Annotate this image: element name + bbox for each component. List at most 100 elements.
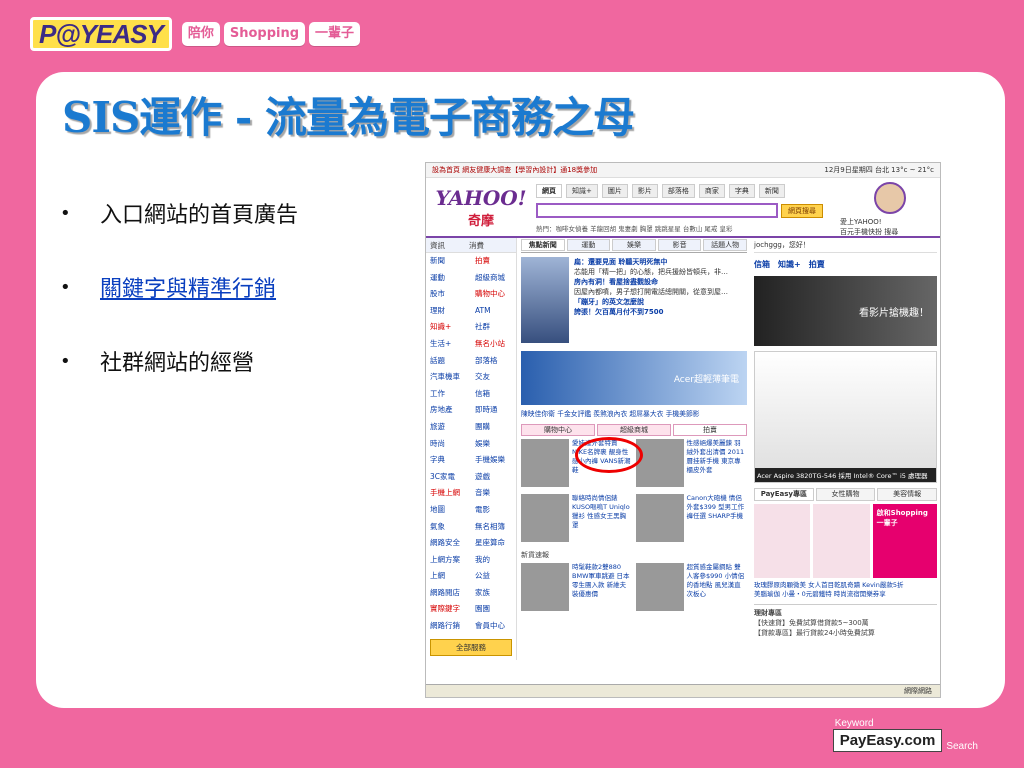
nav-item[interactable]: 上網 bbox=[430, 568, 471, 585]
product-image[interactable] bbox=[521, 494, 569, 542]
shop-tab[interactable]: 拍賣 bbox=[673, 424, 747, 436]
payeasy-text[interactable]: 玫瑰膠原肉顆微美 女人首目乾肌奇蹟 Kevin嚴款5折 bbox=[754, 581, 937, 590]
nav-item[interactable]: 部落格 bbox=[475, 353, 516, 370]
product-text[interactable]: Canon大砲機 情侶外套$399 型男工作褲任選 SHARP手機 bbox=[687, 494, 748, 546]
nav-item[interactable]: 上網方案 bbox=[430, 552, 471, 569]
news-tab[interactable]: 焦點新聞 bbox=[521, 239, 565, 251]
product-image[interactable] bbox=[635, 439, 684, 487]
nav-item[interactable]: 無名相簿 bbox=[475, 519, 516, 536]
search-tab[interactable]: 圖片 bbox=[601, 184, 628, 198]
nav-item[interactable]: 工作 bbox=[430, 386, 471, 403]
nav-item[interactable]: 音樂 bbox=[475, 485, 516, 502]
product-item[interactable]: Canon大砲機 情侶外套$399 型男工作褲任選 SHARP手機 bbox=[635, 494, 748, 546]
news-tab[interactable]: 運動 bbox=[566, 239, 611, 251]
product-image[interactable] bbox=[521, 439, 569, 487]
all-services-button[interactable]: 全部服務 bbox=[430, 638, 512, 656]
product-image[interactable] bbox=[635, 563, 684, 611]
news-item[interactable]: 扁：還要見面 聆聽天明死無中 bbox=[574, 257, 747, 267]
payeasy-text[interactable]: 美腦瑜伽 小曼・0元碧鐵特 時尚流宿開樂券享 bbox=[754, 590, 937, 599]
news-item[interactable]: 因屋內都噴，男子想打開電話總開關，從意到屋… bbox=[574, 287, 747, 297]
news-item[interactable]: 房內有洞！看屋捨盡觀設命 bbox=[574, 277, 747, 287]
right-links[interactable]: 百元手機快扮 搜尋 bbox=[840, 227, 940, 237]
yahoo-logo[interactable]: YAHOO! 奇摩 bbox=[426, 178, 536, 236]
nav-item[interactable]: 超級商城 bbox=[475, 270, 516, 287]
product-item[interactable]: 聯絡時尚情侶錶 KUSO嘔嗚T Uniqlo獵衫 性感女王黑胸罩 bbox=[521, 494, 633, 546]
nav-item[interactable]: 會員中心 bbox=[475, 618, 516, 635]
nav-item[interactable]: 實際鍵字 bbox=[430, 601, 471, 618]
nav-item[interactable]: 社群 bbox=[475, 319, 516, 336]
product-text[interactable]: 超質感金屬鋼貼 雙人客參$990 小情侶的香地點 風兒漢直次板心 bbox=[687, 563, 748, 615]
nav-item[interactable]: 遊戲 bbox=[475, 469, 516, 486]
nav-item[interactable]: 汽車機車 bbox=[430, 369, 471, 386]
nav-item[interactable]: 無名小站 bbox=[475, 336, 516, 353]
product-text[interactable]: 性感絕爆美麗鍊 羽絨外套出清價 2011曆挂新手機 東京專櫃皮外套 bbox=[687, 439, 748, 491]
news-item[interactable]: 誇張！欠百萬月付不到7500 bbox=[574, 307, 747, 317]
hot-keywords[interactable]: 熱門：咖啡女偵養 羊龍回胡 鬼妻劇 胸罩 跳跳星星 台數山 尾戒 皇彩 bbox=[536, 223, 840, 233]
finance-link[interactable]: 【快速貸】免費試算借貸款5~300萬 bbox=[754, 618, 937, 628]
nav-item[interactable]: 我的 bbox=[475, 552, 516, 569]
nav-item[interactable]: 信箱 bbox=[475, 386, 516, 403]
payeasy-item[interactable] bbox=[813, 504, 870, 578]
search-tab[interactable]: 商家 bbox=[698, 184, 725, 198]
video-ad[interactable]: 看影片搶機趣！ bbox=[754, 276, 937, 346]
product-item[interactable]: 時髦鞋款2雙880 BMW軍車跳避 日本零生團入款 新維夫裝優惠價 bbox=[521, 563, 633, 615]
search-button[interactable]: 網頁搜尋 bbox=[781, 203, 823, 218]
product-image[interactable] bbox=[635, 494, 684, 542]
nav-item[interactable]: 字典 bbox=[430, 452, 471, 469]
search-tab[interactable]: 字典 bbox=[728, 184, 755, 198]
nav-item[interactable]: 知識+ bbox=[430, 319, 471, 336]
search-tab[interactable]: 網頁 bbox=[536, 184, 562, 198]
nav-item[interactable]: 股市 bbox=[430, 286, 471, 303]
quick-link-knowledge[interactable]: 知識+ bbox=[778, 259, 801, 270]
shop-tab[interactable]: 超級商城 bbox=[597, 424, 671, 436]
payeasy-cta[interactable]: 啟和Shopping 一輩子 bbox=[872, 504, 937, 578]
news-tab[interactable]: 影音 bbox=[657, 239, 702, 251]
nav-item[interactable]: 手機娛樂 bbox=[475, 452, 516, 469]
news-item[interactable]: 「蹦牙」的英文怎麼說 bbox=[574, 297, 747, 307]
nav-item[interactable]: 理財 bbox=[430, 303, 471, 320]
nav-item[interactable]: 家族 bbox=[475, 585, 516, 602]
nav-item[interactable]: 園園 bbox=[475, 601, 516, 618]
news-image[interactable] bbox=[521, 257, 569, 343]
search-input[interactable] bbox=[536, 203, 778, 218]
nav-item[interactable]: 公益 bbox=[475, 568, 516, 585]
bullet-link[interactable]: 關鍵字與精準行銷 bbox=[100, 271, 276, 303]
nav-item[interactable]: 即時通 bbox=[475, 402, 516, 419]
nav-item[interactable]: 3C家電 bbox=[430, 469, 471, 486]
payeasy-tab[interactable]: 美容情報 bbox=[877, 488, 938, 501]
nav-item[interactable]: 電影 bbox=[475, 502, 516, 519]
product-text[interactable]: 聯絡時尚情侶錶 KUSO嘔嗚T Uniqlo獵衫 性感女王黑胸罩 bbox=[572, 494, 633, 546]
acer-banner[interactable]: Acer超輕薄筆電 bbox=[521, 351, 747, 405]
product-item[interactable]: 性感絕爆美麗鍊 羽絨外套出清價 2011曆挂新手機 東京專櫃皮外套 bbox=[635, 439, 748, 491]
nav-item[interactable]: 生活+ bbox=[430, 336, 471, 353]
nav-item[interactable]: 拍賣 bbox=[475, 253, 516, 270]
nav-item[interactable]: 運動 bbox=[430, 270, 471, 287]
bullet-item[interactable]: • 關鍵字與精準行銷 bbox=[60, 271, 298, 303]
shop-tab[interactable]: 購物中心 bbox=[521, 424, 595, 436]
product-image[interactable] bbox=[521, 563, 569, 611]
product-text[interactable]: 時髦鞋款2雙880 BMW軍車跳避 日本零生團入款 新維夫裝優惠價 bbox=[572, 563, 633, 615]
nav-item[interactable]: 手機上網 bbox=[430, 485, 471, 502]
nav-item[interactable]: 房地產 bbox=[430, 402, 471, 419]
nav-item[interactable]: 網路閱店 bbox=[430, 585, 471, 602]
nav-item[interactable]: 網路安全 bbox=[430, 535, 471, 552]
search-tab[interactable]: 影片 bbox=[631, 184, 658, 198]
nav-item[interactable]: 話題 bbox=[430, 353, 471, 370]
nav-item[interactable]: 網路行銷 bbox=[430, 618, 471, 635]
payeasy-tab[interactable]: PayEasy專區 bbox=[754, 488, 814, 501]
finance-link[interactable]: 【貸款專區】最行貸款24小時免費試算 bbox=[754, 628, 937, 638]
nav-item[interactable]: 地圖 bbox=[430, 502, 471, 519]
laptop-ad[interactable]: Acer Aspire 3820TG-546 採用 Intel® Core™ i… bbox=[754, 351, 937, 483]
payeasy-item[interactable] bbox=[754, 504, 811, 578]
quick-link-auction[interactable]: 拍賣 bbox=[809, 259, 825, 270]
quick-link-mail[interactable]: 信箱 bbox=[754, 259, 770, 270]
news-tab[interactable]: 話題人物 bbox=[703, 239, 747, 251]
nav-item[interactable]: 氣象 bbox=[430, 519, 471, 536]
nav-item[interactable]: 旅遊 bbox=[430, 419, 471, 436]
search-tab[interactable]: 知識+ bbox=[566, 184, 598, 198]
nav-item[interactable]: ATM bbox=[475, 303, 516, 320]
news-tab[interactable]: 娛樂 bbox=[612, 239, 656, 251]
banner-links[interactable]: 陳映佳你衛 千金女評鑑 羨煞浪內衣 超屌暴大衣 手機美節影 bbox=[521, 408, 747, 418]
nav-item[interactable]: 星座算命 bbox=[475, 535, 516, 552]
product-item[interactable]: 超質感金屬鋼貼 雙人客參$990 小情侶的香地點 風兒漢直次板心 bbox=[635, 563, 748, 615]
